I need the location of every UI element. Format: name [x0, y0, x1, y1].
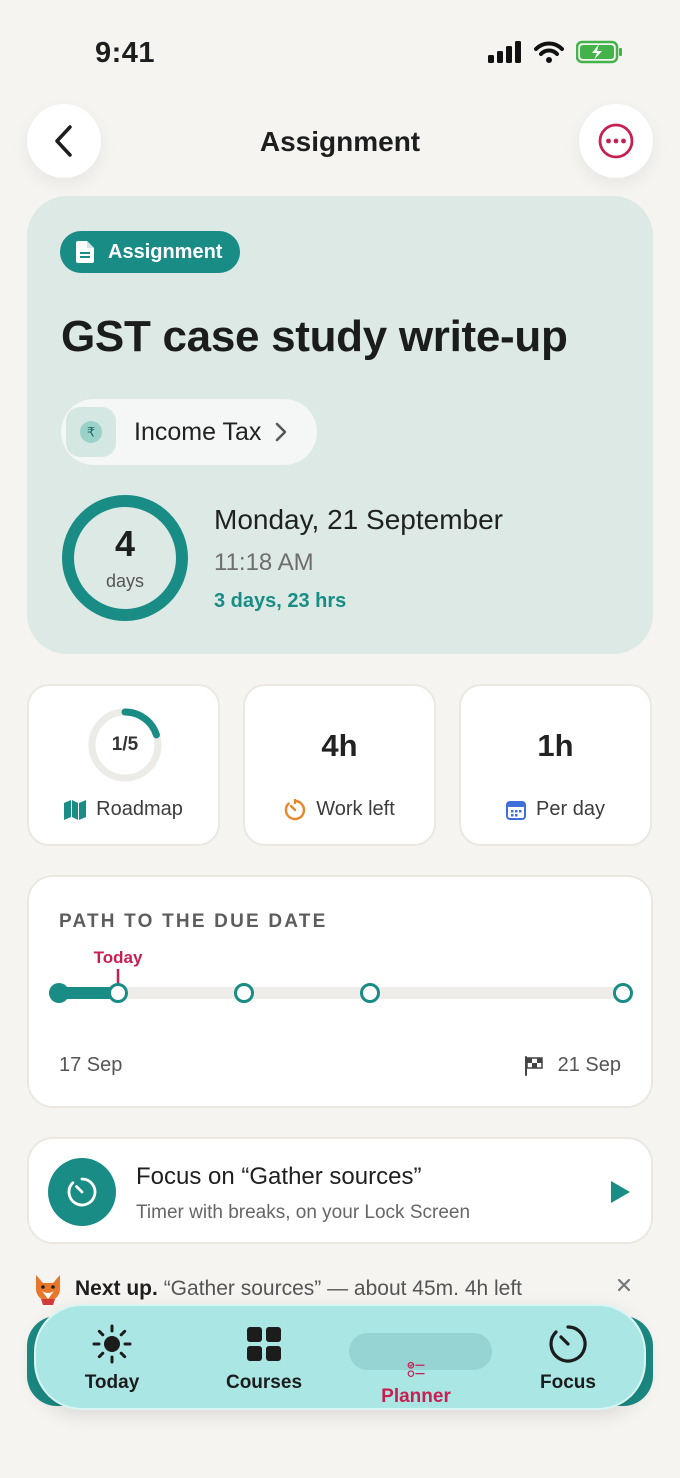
- document-icon: [76, 241, 94, 263]
- time-remaining: 3 days, 23 hrs: [214, 590, 347, 612]
- timer-icon: [549, 1325, 587, 1363]
- due-date: Monday, 21 September: [214, 504, 503, 535]
- status-bar: 9:41: [0, 0, 680, 100]
- battery-icon: [576, 40, 622, 64]
- work-left-card[interactable]: 4h Work left: [243, 684, 436, 846]
- status-icons: [488, 40, 622, 64]
- finish-flag-icon: [524, 1055, 543, 1076]
- sun-icon: [92, 1324, 132, 1364]
- next-up-text-wrap: Next up. “Gather sources” — about 45m. 4…: [75, 1277, 522, 1301]
- roadmap-progress: 1/5: [111, 734, 139, 755]
- assignment-title: GST case study write-up: [61, 312, 568, 361]
- rupee-icon: ₹: [80, 421, 102, 443]
- roadmap-card[interactable]: 1/5 Roadmap: [27, 684, 220, 846]
- timer-icon: [284, 798, 306, 820]
- more-icon: [598, 123, 634, 159]
- next-up-label: Next up.: [75, 1277, 158, 1300]
- focus-subtitle: Timer with breaks, on your Lock Screen: [136, 1202, 471, 1223]
- course-name: Income Tax: [134, 417, 262, 446]
- focus-title: Focus on “Gather sources”: [136, 1163, 422, 1190]
- assignment-hero-card: Assignment GST case study write-up ₹ Inc…: [27, 196, 653, 654]
- today-marker-label: Today: [94, 948, 143, 967]
- timeline-start-dot: [49, 983, 69, 1003]
- tab-planner-label: Planner: [381, 1386, 451, 1407]
- tab-today-label: Today: [84, 1372, 140, 1393]
- status-time: 9:41: [95, 37, 156, 69]
- type-badge-label: Assignment: [108, 240, 223, 263]
- milestone-dot-2: [234, 983, 254, 1003]
- tab-courses[interactable]: Courses: [188, 1306, 340, 1408]
- roadmap-progress-ring: 1/5: [87, 707, 163, 783]
- map-icon: [64, 799, 87, 820]
- path-to-due-date-card: PATH TO THE DUE DATE Today 17 Sep 21 Sep: [27, 875, 653, 1108]
- path-title: PATH TO THE DUE DATE: [59, 911, 328, 932]
- roadmap-label-row: Roadmap: [29, 798, 218, 821]
- type-badge: Assignment: [60, 231, 241, 273]
- calendar-icon: [506, 800, 527, 820]
- fox-mascot-icon: [36, 1275, 60, 1305]
- chevron-right-icon: [276, 422, 287, 442]
- page-title: Assignment: [259, 126, 421, 157]
- stopwatch-icon: [67, 1177, 97, 1207]
- next-up-banner[interactable]: Next up. “Gather sources” — about 45m. 4…: [33, 1272, 645, 1306]
- work-left-label-row: Work left: [245, 798, 434, 821]
- path-timeline: Today: [49, 948, 633, 1003]
- nav-bar: Assignment: [0, 104, 680, 180]
- svg-text:₹: ₹: [87, 426, 95, 441]
- roadmap-label: Roadmap: [96, 798, 183, 820]
- play-icon[interactable]: [609, 1180, 631, 1204]
- timeline-track: [57, 987, 627, 999]
- course-link[interactable]: ₹ Income Tax: [61, 399, 317, 465]
- per-day-value: 1h: [537, 728, 574, 763]
- per-day-label-row: Per day: [461, 798, 650, 821]
- days-left-value: 4: [114, 523, 136, 564]
- days-left-unit: days: [105, 571, 145, 591]
- close-icon[interactable]: [617, 1278, 631, 1292]
- milestone-dot-3: [360, 983, 380, 1003]
- tab-focus[interactable]: Focus: [492, 1306, 644, 1408]
- work-left-label: Work left: [316, 798, 395, 820]
- focus-icon-badge: [48, 1158, 116, 1226]
- per-day-card[interactable]: 1h Per day: [459, 684, 652, 846]
- path-end-row: 21 Sep: [524, 1054, 621, 1077]
- tab-bar: Today Courses Planner Focus: [34, 1304, 646, 1410]
- checklist-icon: [407, 1362, 425, 1378]
- next-up-detail: “Gather sources” — about 45m. 4h left: [163, 1277, 523, 1300]
- tab-planner[interactable]: Planner: [340, 1306, 492, 1408]
- grid-icon: [247, 1327, 281, 1361]
- wifi-icon: [534, 41, 564, 63]
- tab-today[interactable]: Today: [36, 1306, 188, 1408]
- milestone-dot-end: [613, 983, 633, 1003]
- milestone-dot-1: [108, 983, 128, 1003]
- tab-courses-label: Courses: [225, 1372, 303, 1393]
- more-options-button[interactable]: [579, 104, 653, 178]
- path-start-date: 17 Sep: [59, 1054, 123, 1076]
- work-left-value: 4h: [321, 728, 358, 763]
- tab-focus-label: Focus: [540, 1372, 596, 1393]
- path-end-date: 21 Sep: [557, 1054, 621, 1076]
- signal-icon: [488, 41, 521, 63]
- days-left-ring: 4 days: [60, 493, 190, 623]
- course-icon-box: ₹: [66, 407, 116, 457]
- focus-session-card[interactable]: Focus on “Gather sources” Timer with bre…: [27, 1137, 653, 1244]
- due-time: 11:18 AM: [214, 549, 314, 576]
- per-day-label: Per day: [536, 798, 605, 820]
